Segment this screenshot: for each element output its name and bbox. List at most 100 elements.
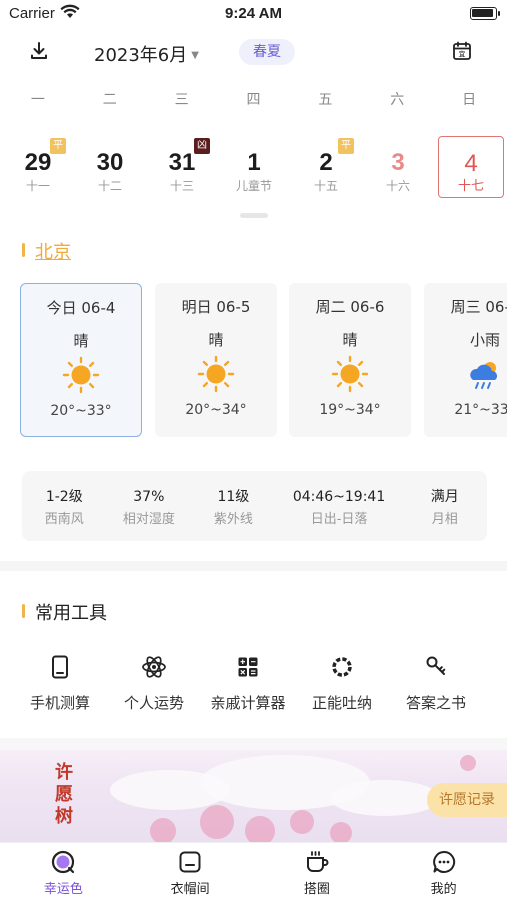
- forecast-temperature: 20°~34°: [185, 402, 247, 418]
- weather-card[interactable]: 周二 06-6 晴 19°~34°: [289, 283, 411, 437]
- tool-phone-reading[interactable]: 手机测算: [8, 648, 112, 713]
- lunar-date: 儿童节: [235, 179, 272, 193]
- forecast-condition: 晴: [73, 332, 89, 350]
- wish-tree-banner[interactable]: 许愿树 许愿记录: [0, 750, 507, 842]
- lucky-color-icon: [52, 850, 75, 874]
- lunar-date: 十二: [97, 179, 122, 193]
- bottom-tab-bar: 幸运色 衣帽间 搭圈 我的: [0, 842, 507, 900]
- city-link[interactable]: 北京: [35, 238, 71, 264]
- weather-forecast-row[interactable]: 今日 06-4 晴 20°~33° 明日 06-5 晴 20°~34° 周二 0…: [0, 283, 507, 441]
- tab-wardrobe[interactable]: 衣帽间: [127, 843, 254, 900]
- weather-details-panel: 1-2级 西南风 37% 相对湿度 11级 紫外线 04:46~19:41 日出…: [22, 471, 487, 541]
- tool-relatives-calculator[interactable]: 亲戚计算器: [196, 648, 300, 713]
- stat-wind: 1-2级 西南风: [22, 471, 107, 541]
- section-accent-bar: [22, 604, 25, 618]
- tools-title-label: 常用工具: [35, 603, 107, 624]
- day-number: 1: [247, 149, 261, 176]
- day-number: 4: [464, 150, 478, 177]
- calendar-header: 2023年6月 ▼ 春夏 宜: [0, 30, 507, 76]
- lunar-date: 十三: [169, 179, 194, 193]
- day-cell[interactable]: 3 十六: [364, 136, 432, 198]
- tools-grid: 手机测算 个人运势 亲戚计算器 正能吐纳 答案之书: [8, 648, 498, 720]
- forecast-temperature: 19°~34°: [319, 402, 381, 418]
- day-tag-badge: 平: [50, 138, 66, 154]
- forecast-date: 今日 06-4: [46, 299, 116, 317]
- rain-icon: [470, 362, 497, 389]
- status-bar: Carrier 9:24 AM: [0, 0, 507, 28]
- weekday-label: 二: [102, 92, 117, 108]
- day-cell-today[interactable]: 4 十七: [438, 136, 504, 198]
- section-accent-bar: [22, 243, 25, 257]
- forecast-condition: 晴: [342, 331, 358, 349]
- atom-icon: [142, 656, 166, 678]
- day-cell[interactable]: 平 2 十五: [292, 136, 360, 198]
- forecast-date: 周三 06-7: [450, 298, 507, 316]
- sun-icon: [197, 355, 235, 393]
- weather-card[interactable]: 周三 06-7 小雨 21°~33°: [424, 283, 507, 437]
- stat-value: 37%: [133, 489, 165, 505]
- tool-book-of-answers[interactable]: 答案之书: [384, 648, 488, 713]
- weekday-row: 一 二 三 四 五 六 日: [0, 78, 507, 122]
- weekday-label: 四: [246, 92, 261, 108]
- phone-icon: [52, 655, 68, 679]
- tab-outfit-circle[interactable]: 搭圈: [254, 843, 381, 900]
- wish-tree-title: 许愿树: [55, 762, 73, 827]
- forecast-condition: 小雨: [469, 331, 500, 349]
- lunar-date: 十五: [313, 179, 338, 193]
- stat-label: 相对湿度: [122, 512, 175, 527]
- stat-moon-phase: 满月 月相: [402, 471, 487, 541]
- weekday-label: 一: [30, 92, 45, 108]
- month-selector[interactable]: 2023年6月 ▼: [94, 41, 199, 67]
- wardrobe-icon: [179, 851, 201, 873]
- battery-icon: [470, 7, 500, 20]
- tab-profile[interactable]: 我的: [380, 843, 507, 900]
- sun-icon: [331, 355, 369, 393]
- weather-card[interactable]: 明日 06-5 晴 20°~34°: [155, 283, 277, 437]
- blossom-decoration: [245, 816, 275, 842]
- tab-label: 搭圈: [303, 882, 330, 897]
- breath-ring-icon: [332, 657, 352, 677]
- day-cell[interactable]: 1 儿童节: [220, 136, 288, 198]
- day-cell[interactable]: 30 十二: [76, 136, 144, 198]
- stat-label: 紫外线: [213, 512, 253, 527]
- calendar-icon[interactable]: 宜: [451, 40, 473, 62]
- stat-uv: 11级 紫外线: [191, 471, 276, 541]
- season-badge[interactable]: 春夏: [239, 39, 295, 65]
- download-icon[interactable]: [28, 40, 50, 62]
- chevron-down-icon: ▼: [191, 50, 199, 61]
- sun-icon: [62, 356, 100, 394]
- stat-value: 1-2级: [45, 489, 83, 505]
- cup-icon: [306, 851, 329, 872]
- weekday-label: 五: [318, 92, 333, 108]
- blossom-decoration: [200, 805, 234, 839]
- forecast-condition: 晴: [208, 331, 224, 349]
- tab-lucky-color[interactable]: 幸运色: [0, 843, 127, 900]
- drag-handle[interactable]: [240, 213, 268, 218]
- wish-record-button[interactable]: 许愿记录: [427, 783, 507, 817]
- tab-label: 我的: [430, 882, 457, 897]
- weekday-label: 六: [390, 92, 405, 108]
- svg-text:宜: 宜: [459, 50, 466, 59]
- tool-personal-fortune[interactable]: 个人运势: [102, 648, 206, 713]
- clock: 9:24 AM: [225, 5, 282, 22]
- tool-label: 手机测算: [29, 694, 90, 712]
- stat-value: 满月: [430, 489, 459, 505]
- forecast-date: 明日 06-5: [181, 298, 251, 316]
- day-cell[interactable]: 平 29 十一: [4, 136, 72, 198]
- stat-label: 日出-日落: [310, 512, 368, 527]
- forecast-temperature: 21°~33°: [454, 402, 507, 418]
- lunar-date: 十六: [385, 179, 410, 193]
- blossom-decoration: [460, 755, 476, 771]
- month-label: 2023年6月: [94, 45, 188, 66]
- tool-label: 答案之书: [405, 694, 466, 712]
- day-cell[interactable]: 凶 31 十三: [148, 136, 216, 198]
- weekday-label: 日: [462, 92, 477, 108]
- lunar-date: 十七: [457, 179, 484, 194]
- tool-breathing[interactable]: 正能吐纳: [290, 648, 394, 713]
- blossom-decoration: [290, 810, 314, 834]
- chat-bubble-icon: [432, 850, 455, 873]
- tab-label: 幸运色: [43, 882, 83, 897]
- section-divider: [0, 738, 507, 750]
- weather-card[interactable]: 今日 06-4 晴 20°~33°: [20, 283, 142, 437]
- forecast-temperature: 20°~33°: [50, 403, 112, 419]
